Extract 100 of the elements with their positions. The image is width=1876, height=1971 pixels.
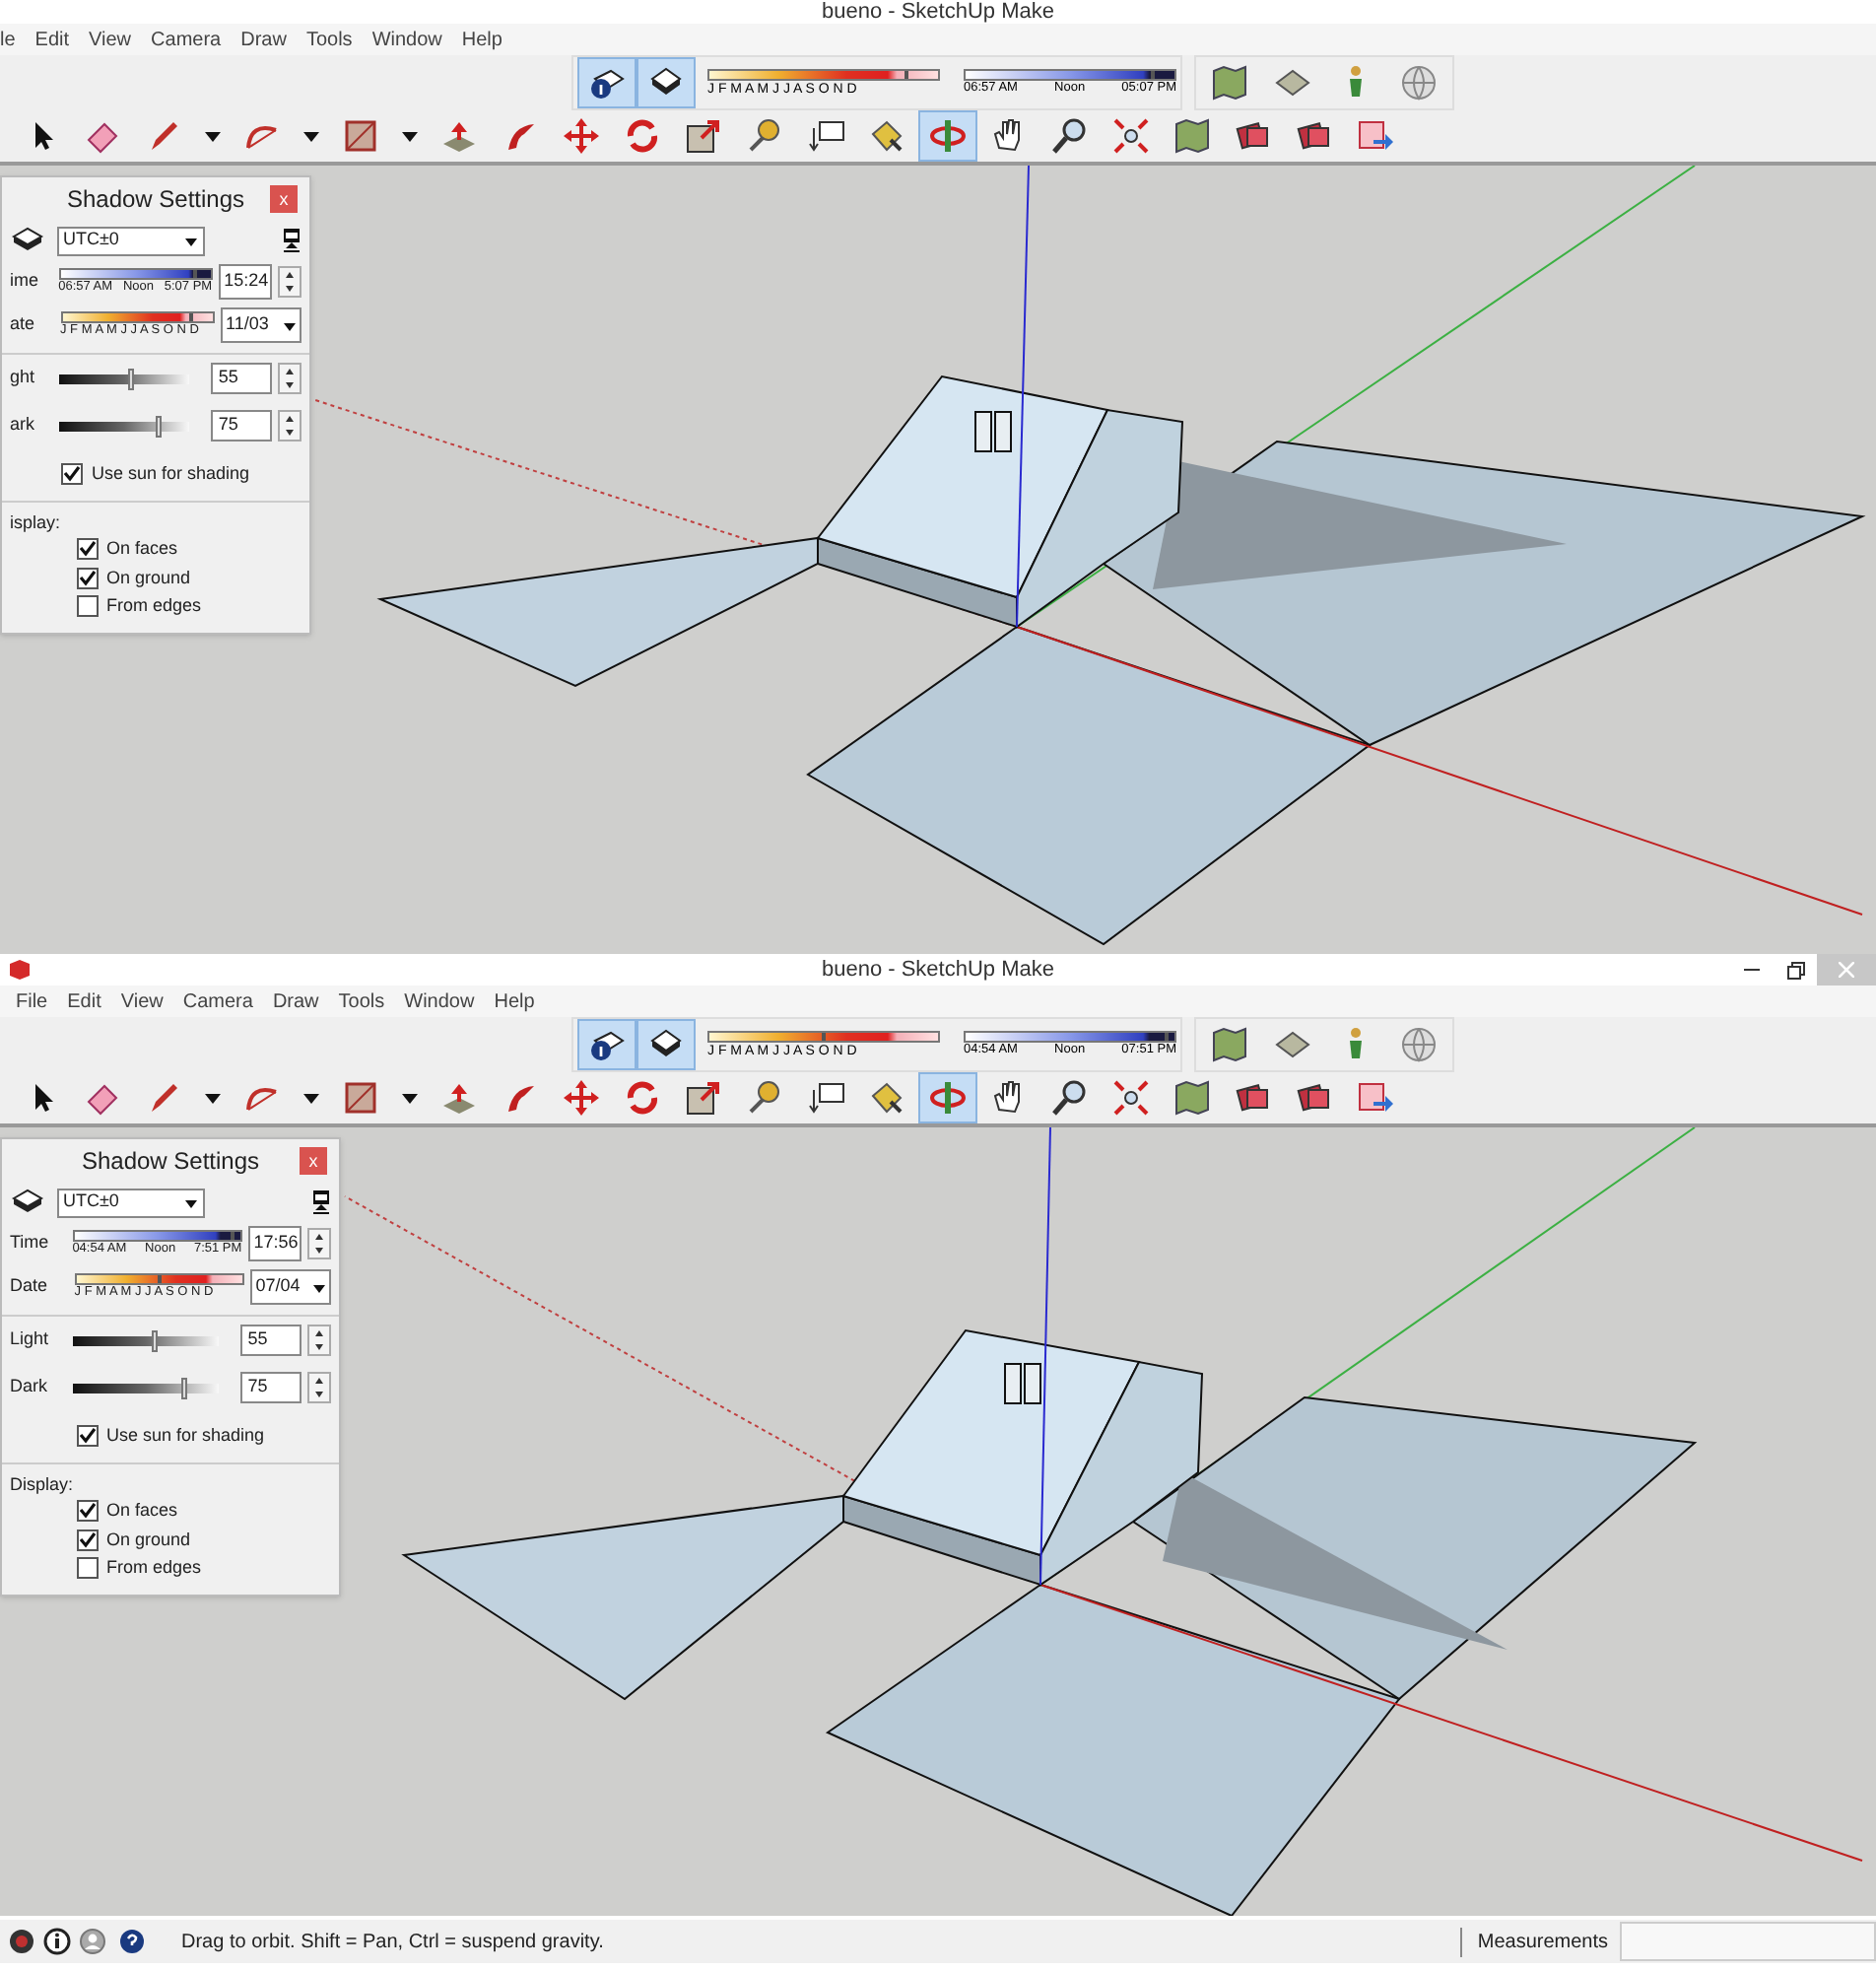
slider-thumb[interactable] (180, 1377, 187, 1398)
menu-item[interactable]: Edit (67, 986, 101, 1016)
spinner-control[interactable] (278, 410, 302, 442)
down-icon (309, 1340, 329, 1354)
shade-field[interactable]: 75 (210, 410, 272, 442)
shade-label: ght (10, 365, 37, 391)
caret-icon (205, 1093, 221, 1103)
menu-item[interactable]: Camera (182, 986, 253, 1016)
slider-marker[interactable] (1151, 71, 1156, 80)
time-label: ime (10, 268, 41, 295)
tool-button[interactable] (636, 57, 696, 108)
slider-marker[interactable] (904, 71, 908, 79)
spinner-control[interactable] (307, 1325, 331, 1356)
time-field[interactable]: 15:24 (218, 264, 272, 300)
tool-button[interactable] (636, 1019, 696, 1070)
display-label: isplay: (10, 510, 63, 536)
share-icon (1356, 1078, 1395, 1118)
checkbox-label: On faces (106, 536, 178, 562)
down-icon (280, 378, 300, 392)
menu-item[interactable]: Window (404, 986, 475, 1016)
rectangle-icon (341, 1078, 380, 1118)
label-icon (806, 1078, 845, 1118)
caret-icon (303, 131, 319, 141)
date-label: Date (10, 1273, 50, 1300)
shade-field[interactable]: 75 (239, 1372, 302, 1403)
check-icon (78, 1427, 97, 1446)
menu-item[interactable]: Help (461, 25, 502, 54)
window-title: bueno - SketchUp Make (821, 959, 1054, 981)
menu-item[interactable]: Window (371, 25, 442, 54)
menu-item[interactable]: le (0, 25, 16, 54)
checkbox[interactable] (77, 1500, 99, 1523)
slider-marker[interactable] (231, 1232, 235, 1241)
caret-icon (402, 1093, 418, 1103)
down-icon (309, 1388, 329, 1401)
timezone-dropdown[interactable]: UTC±0 (57, 226, 205, 255)
display-label: Display: (10, 1471, 76, 1498)
down-icon (280, 426, 300, 440)
checkbox[interactable] (77, 538, 99, 561)
menu-item[interactable]: Camera (151, 25, 222, 54)
checkbox-label: From edges (106, 1555, 202, 1581)
shade-label: ark (10, 412, 37, 439)
time-field[interactable]: 17:56 (247, 1226, 302, 1261)
timezone-dropdown[interactable]: UTC±0 (57, 1188, 205, 1217)
menu-item[interactable]: Draw (272, 986, 319, 1016)
user-icon (79, 1928, 106, 1955)
close-button[interactable]: x (270, 185, 298, 213)
menu-item[interactable]: Draw (240, 25, 287, 54)
checkbox[interactable] (77, 1557, 99, 1580)
app-logo-icon (8, 958, 32, 982)
tool-button[interactable] (577, 57, 636, 108)
down-icon (309, 1244, 329, 1257)
close-button[interactable]: x (300, 1147, 327, 1175)
checkbox-label: On faces (106, 1498, 178, 1524)
checkbox[interactable] (77, 1529, 99, 1551)
spinner-control[interactable] (307, 1228, 331, 1259)
menu-item[interactable]: Tools (338, 986, 385, 1016)
menu-item[interactable]: Help (494, 986, 535, 1016)
checkbox[interactable] (77, 595, 99, 618)
check-icon (63, 465, 82, 484)
zoom-extents-icon (1111, 116, 1151, 156)
checkbox[interactable] (76, 1425, 99, 1448)
measurements-field[interactable] (1620, 1922, 1876, 1961)
map-icon (1210, 1025, 1249, 1064)
date-dropdown[interactable]: 11/03 (220, 307, 302, 343)
tool-button[interactable] (577, 1019, 636, 1070)
menu-item[interactable]: View (89, 25, 132, 54)
checkbox[interactable] (77, 567, 99, 589)
slider-marker[interactable] (192, 270, 197, 279)
slider-marker[interactable] (188, 313, 193, 322)
rectangle-icon (341, 116, 380, 156)
up-icon (309, 1230, 329, 1244)
menu-item[interactable]: View (120, 986, 164, 1016)
globe-icon (1399, 63, 1439, 102)
status-icon (8, 1928, 35, 1955)
menu-item[interactable]: File (16, 986, 48, 1016)
zoom-extents-icon (1111, 1078, 1151, 1118)
checkbox[interactable] (61, 463, 84, 486)
slider-marker[interactable] (822, 1033, 826, 1041)
spinner-control[interactable] (278, 363, 302, 394)
menu-item[interactable]: Tools (305, 25, 353, 54)
orbit-icon (928, 116, 968, 156)
tape-measure-icon (745, 116, 784, 156)
slider-thumb[interactable] (155, 415, 162, 437)
slider-marker[interactable] (1164, 1033, 1169, 1042)
date-dropdown[interactable]: 07/04 (249, 1269, 331, 1305)
up-icon (280, 268, 300, 282)
shade-field[interactable]: 55 (210, 363, 272, 394)
spinner-control[interactable] (307, 1372, 331, 1403)
spinner-control[interactable] (278, 266, 302, 298)
slider-marker[interactable] (157, 1275, 162, 1284)
globe-icon (1399, 1025, 1439, 1064)
slider-thumb[interactable] (128, 368, 135, 389)
window-title: bueno - SketchUp Make (821, 1, 1054, 23)
menu-item[interactable]: Edit (34, 25, 70, 54)
rotate-icon (623, 1078, 662, 1118)
slider-thumb[interactable] (151, 1329, 158, 1351)
restore-icon (1786, 961, 1804, 979)
map-icon (1172, 1078, 1212, 1118)
shade-field[interactable]: 55 (239, 1325, 302, 1356)
caret-icon (205, 131, 221, 141)
